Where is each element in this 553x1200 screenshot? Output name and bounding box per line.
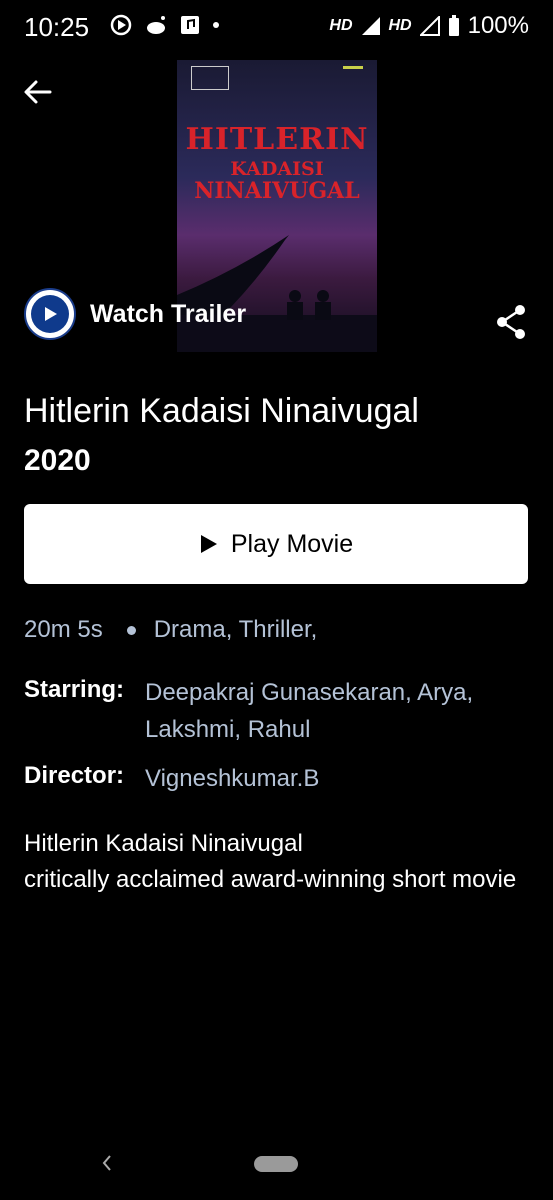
bullet-separator (126, 625, 136, 635)
director-value: Vigneshkumar.B (145, 765, 320, 792)
description-line2: critically acclaimed award-winning short… (24, 866, 517, 893)
share-icon (497, 305, 525, 339)
hd-label-2: HD (388, 17, 412, 34)
trailer-play-circle (24, 288, 76, 340)
starring-value: Deepakraj Gunasekaran, Arya, Lakshmi, Ra… (145, 679, 474, 743)
notification-icons (110, 14, 220, 36)
nav-home-pill[interactable] (254, 1156, 298, 1172)
hd-label: HD (329, 17, 353, 34)
play-notification-icon (110, 14, 132, 36)
status-right: HD HD 100% (329, 12, 529, 40)
dot-notification-icon (213, 22, 219, 28)
system-nav-bar (0, 1140, 553, 1190)
nav-back-icon[interactable] (100, 1152, 114, 1174)
starring-label: Starring: (24, 676, 125, 703)
back-arrow-icon (24, 80, 52, 104)
director-label: Director: (24, 762, 125, 789)
description-line1: Hitlerin Kadaisi Ninaivugal (24, 830, 303, 857)
share-button[interactable] (495, 304, 527, 340)
movie-meta: 20m 5s Drama, Thriller, (24, 616, 317, 644)
play-movie-button[interactable]: Play Movie (24, 504, 528, 584)
movie-title: Hitlerin Kadaisi Ninaivugal (24, 392, 419, 430)
movie-description: Hitlerin Kadaisi Ninaivugal critically a… (24, 826, 534, 898)
reddit-notification-icon (147, 16, 165, 34)
watch-trailer-label: Watch Trailer (90, 299, 247, 328)
watch-trailer-button[interactable]: Watch Trailer (24, 288, 246, 340)
status-bar: 10:25 HD HD 100% (0, 0, 553, 56)
movie-genres: Drama, Thriller, (153, 616, 318, 643)
signal-icon-2 (419, 16, 440, 36)
battery-icon (448, 15, 459, 36)
movie-year: 2020 (24, 444, 91, 477)
signal-icon (361, 17, 380, 35)
play-icon (200, 535, 217, 553)
movie-duration: 20m 5s (24, 616, 103, 643)
status-time: 10:25 (24, 12, 90, 42)
back-button[interactable] (20, 74, 56, 110)
play-movie-label: Play Movie (230, 529, 354, 558)
music-notification-icon (181, 16, 199, 34)
battery-percent: 100% (467, 12, 529, 39)
play-icon (45, 307, 57, 321)
